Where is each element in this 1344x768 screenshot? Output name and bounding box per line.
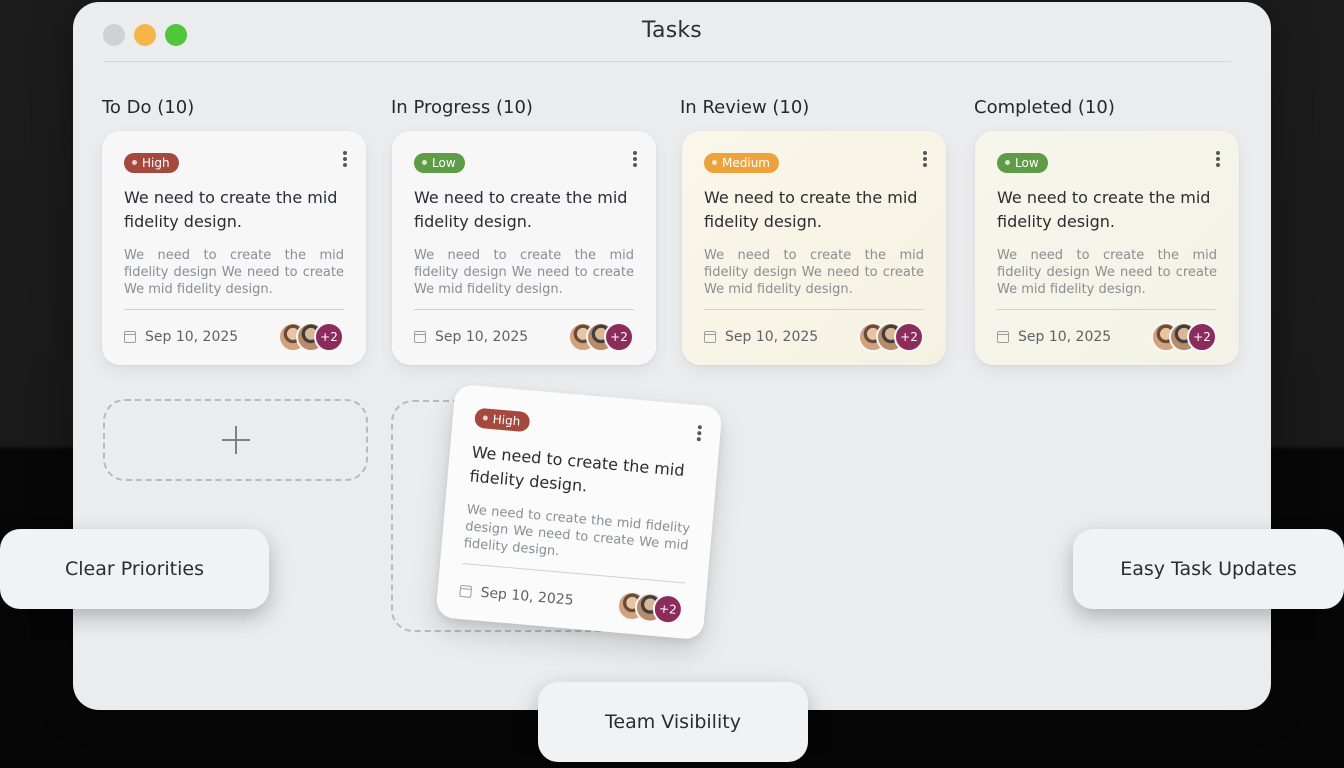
more-options-icon[interactable] (342, 151, 348, 167)
task-title: We need to create the mid fidelity desig… (997, 187, 1211, 231)
more-assignees-badge: +2 (314, 322, 344, 352)
feature-callout-team-visibility: Team Visibility (538, 682, 808, 762)
card-footer: Sep 10, 2025 +2 (997, 321, 1217, 353)
priority-badge: Low (414, 152, 465, 173)
card-divider (997, 309, 1217, 310)
task-description: We need to create the mid fidelity desig… (414, 247, 634, 297)
column-header-in-review: In Review (10) (680, 97, 810, 118)
more-options-icon[interactable] (632, 151, 638, 167)
task-description: We need to create the mid fidelity desig… (124, 247, 344, 297)
card-footer: Sep 10, 2025 +2 (704, 321, 924, 353)
assignee-avatars[interactable]: +2 (1151, 322, 1217, 352)
card-divider (414, 309, 634, 310)
assignee-avatars[interactable]: +2 (615, 589, 685, 626)
add-task-slot[interactable] (103, 399, 368, 481)
card-divider (124, 309, 344, 310)
card-divider (704, 309, 924, 310)
more-assignees-badge: +2 (604, 322, 634, 352)
more-options-icon[interactable] (922, 151, 928, 167)
assignee-avatars[interactable]: +2 (568, 322, 634, 352)
task-card-completed[interactable]: Low We need to create the mid fidelity d… (975, 131, 1239, 365)
task-title: We need to create the mid fidelity desig… (124, 187, 338, 231)
assignee-avatars[interactable]: +2 (278, 322, 344, 352)
task-card-todo[interactable]: High We need to create the mid fidelity … (102, 131, 366, 365)
calendar-icon (997, 331, 1009, 343)
more-assignees-badge: +2 (894, 322, 924, 352)
task-card-in-progress[interactable]: Low We need to create the mid fidelity d… (392, 131, 656, 365)
more-options-icon[interactable] (696, 425, 703, 442)
dragging-task-card[interactable]: High We need to create the mid fidelity … (435, 383, 723, 641)
calendar-icon (414, 331, 426, 343)
column-header-in-progress: In Progress (10) (391, 97, 533, 118)
plus-icon[interactable] (221, 426, 250, 454)
calendar-icon (124, 331, 136, 343)
feature-callout-easy-task-updates: Easy Task Updates (1073, 529, 1344, 609)
task-card-in-review[interactable]: Medium We need to create the mid fidelit… (682, 131, 946, 365)
priority-badge: Low (997, 152, 1048, 173)
due-date: Sep 10, 2025 (435, 329, 529, 345)
task-description: We need to create the mid fidelity desig… (463, 501, 691, 559)
window-title: Tasks (642, 18, 702, 43)
card-footer: Sep 10, 2025 +2 (414, 321, 634, 353)
assignee-avatars[interactable]: +2 (858, 322, 924, 352)
due-date: Sep 10, 2025 (145, 329, 239, 345)
column-header-todo: To Do (10) (102, 97, 195, 118)
due-date: Sep 10, 2025 (725, 329, 819, 345)
column-header-completed: Completed (10) (974, 97, 1115, 118)
due-date: Sep 10, 2025 (1018, 329, 1112, 345)
more-assignees-badge: +2 (1187, 322, 1217, 352)
calendar-icon (459, 584, 473, 598)
more-options-icon[interactable] (1215, 151, 1221, 167)
title-divider (103, 61, 1231, 62)
feature-callout-clear-priorities: Clear Priorities (0, 529, 269, 609)
task-description: We need to create the mid fidelity desig… (704, 247, 924, 297)
task-title: We need to create the mid fidelity desig… (704, 187, 918, 231)
priority-badge: Medium (704, 152, 779, 173)
due-date: Sep 10, 2025 (479, 584, 575, 609)
task-description: We need to create the mid fidelity desig… (997, 247, 1217, 297)
task-title: We need to create the mid fidelity desig… (414, 187, 628, 231)
card-footer: Sep 10, 2025 +2 (124, 321, 344, 353)
calendar-icon (704, 331, 716, 343)
priority-badge: High (474, 407, 531, 432)
priority-badge: High (124, 152, 179, 173)
task-title: We need to create the mid fidelity desig… (468, 441, 686, 496)
card-footer: Sep 10, 2025 +2 (458, 575, 685, 626)
